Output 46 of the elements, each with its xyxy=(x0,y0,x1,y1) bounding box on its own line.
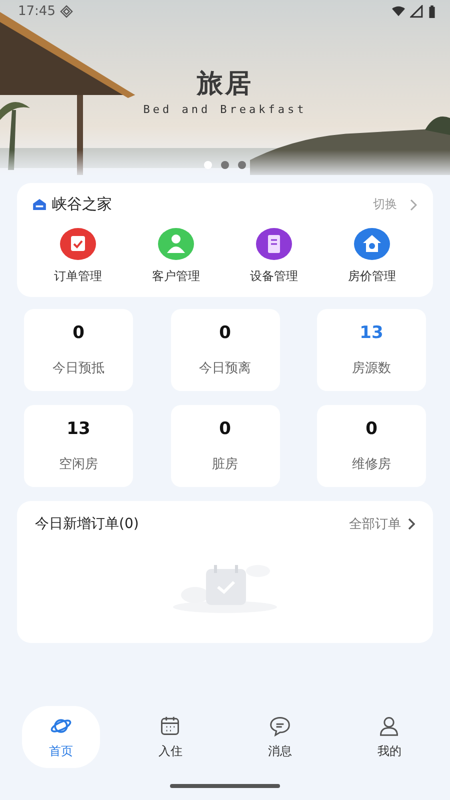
chevron-icon xyxy=(407,518,415,530)
stat-value: 0 xyxy=(366,419,378,439)
stat-label: 维修房 xyxy=(352,456,391,473)
person-icon xyxy=(378,714,400,736)
stat-label: 房源数 xyxy=(352,360,391,377)
stat-card[interactable]: 13 空闲房 xyxy=(24,405,133,487)
tab[interactable]: 首页 xyxy=(22,706,100,768)
house-icon[interactable] xyxy=(353,228,391,260)
banner-title: 旅居 xyxy=(196,68,254,101)
stat-card[interactable]: 0 维修房 xyxy=(317,405,426,487)
stat-value: 0 xyxy=(219,323,231,343)
stat-label: 脏房 xyxy=(212,456,238,473)
chevron-icon xyxy=(409,198,417,210)
action-label[interactable]: 订单管理 xyxy=(54,268,102,285)
person-icon[interactable] xyxy=(157,228,195,260)
stat-label: 空闲房 xyxy=(59,456,98,473)
stat-card[interactable]: 0 脏房 xyxy=(170,405,280,487)
action-label[interactable]: 房价管理 xyxy=(348,268,396,285)
battery-icon xyxy=(428,4,436,18)
stat-value: 13 xyxy=(66,419,90,439)
action-label[interactable]: 客户管理 xyxy=(152,268,200,285)
house-icon xyxy=(33,199,46,210)
wifi-icon xyxy=(392,4,405,18)
stat-label: 今日预抵 xyxy=(52,360,104,377)
stat-label: 今日预离 xyxy=(199,360,251,377)
calendar-icon xyxy=(159,714,182,736)
stat-value: 13 xyxy=(360,323,384,343)
status-time: 17:45 xyxy=(18,4,56,18)
all-orders-link[interactable]: 全部订单 xyxy=(349,515,401,533)
device-icon[interactable] xyxy=(255,228,293,260)
nfc-icon xyxy=(60,4,74,18)
banner-subtitle: Bed and Breakfast xyxy=(142,103,308,116)
stat-card[interactable]: 0 今日预抵 xyxy=(24,309,133,391)
signal-icon xyxy=(410,4,423,18)
tab[interactable]: 我的 xyxy=(350,706,428,768)
stat-value: 0 xyxy=(72,323,84,343)
tab[interactable]: 入住 xyxy=(131,706,210,768)
tab[interactable]: 消息 xyxy=(240,706,319,768)
stat-card[interactable]: 13 房源数 xyxy=(317,309,426,391)
action-label[interactable]: 设备管理 xyxy=(250,268,298,285)
clipboard-icon[interactable] xyxy=(59,228,97,260)
stat-card[interactable]: 0 今日预离 xyxy=(170,309,280,391)
chat-icon xyxy=(268,714,291,736)
stat-value: 0 xyxy=(219,419,231,439)
orders-title: 今日新增订单(0) xyxy=(35,515,139,533)
property-name: 峡谷之家 xyxy=(52,195,112,214)
